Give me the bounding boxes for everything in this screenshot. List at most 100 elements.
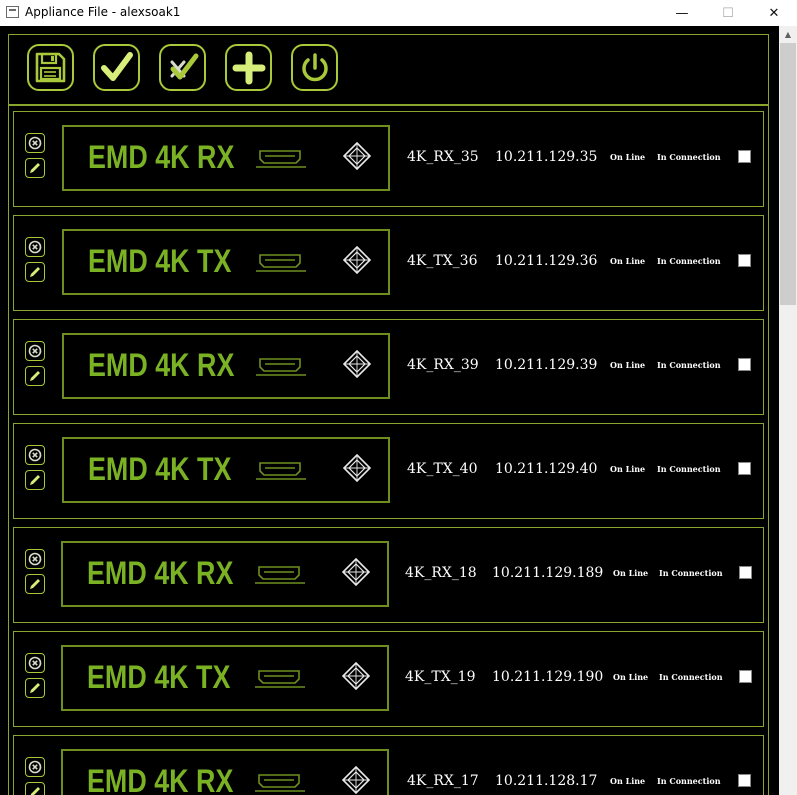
device-ip: 10.211.129.40: [495, 461, 598, 477]
device-name: 4K_RX_17: [407, 773, 479, 789]
device-model: EMD 4K RX: [88, 139, 235, 175]
pencil-icon: [30, 475, 40, 485]
close-circle-icon: [28, 656, 42, 670]
device-checkbox[interactable]: [739, 566, 752, 579]
status-label: On Line: [613, 568, 649, 578]
device-model-panel: EMD 4K TX: [62, 229, 390, 295]
appliance-window-content: EMD 4K RX 4K_RX_35 10.211.129.35 On Line…: [0, 26, 797, 795]
delete-device-button[interactable]: [25, 133, 45, 153]
device-ip: 10.211.129.189: [492, 565, 604, 581]
close-circle-icon: [28, 448, 42, 462]
device-name: 4K_RX_18: [405, 565, 477, 581]
device-ip: 10.211.129.190: [492, 669, 604, 685]
apply-button[interactable]: [93, 44, 140, 91]
scroll-up-arrow[interactable]: ▲: [779, 26, 797, 43]
device-list: EMD 4K RX 4K_RX_35 10.211.129.35 On Line…: [9, 111, 768, 795]
device-ip: 10.211.129.39: [495, 357, 598, 373]
device-model: EMD 4K RX: [87, 555, 234, 591]
pencil-icon: [30, 579, 40, 589]
vertical-scrollbar[interactable]: ▲: [779, 26, 797, 795]
device-checkbox[interactable]: [738, 774, 751, 787]
connection-label: In Connection: [657, 256, 721, 266]
hdmi-port-icon: [256, 254, 306, 272]
device-model-panel: EMD 4K RX: [62, 125, 390, 191]
device-row[interactable]: EMD 4K RX 4K_RX_18 10.211.129.189 On Lin…: [13, 527, 764, 623]
title-bar: Appliance File - alexsoak1 — ☐ ✕: [0, 0, 797, 26]
connection-label: In Connection: [659, 568, 723, 578]
status-label: On Line: [610, 776, 646, 786]
connection-label: In Connection: [659, 672, 723, 682]
black-box-logo-icon: [342, 141, 372, 171]
device-row[interactable]: EMD 4K TX 4K_TX_36 10.211.129.36 On Line…: [13, 215, 764, 311]
window-title: Appliance File - alexsoak1: [25, 5, 181, 19]
floppy-disk-icon: [35, 52, 66, 83]
black-box-logo-icon: [342, 349, 372, 379]
device-checkbox[interactable]: [738, 150, 751, 163]
status-label: On Line: [613, 672, 649, 682]
pencil-icon: [30, 163, 40, 173]
connection-label: In Connection: [657, 776, 721, 786]
status-label: On Line: [610, 464, 646, 474]
hdmi-port-icon: [256, 358, 306, 376]
delete-device-button[interactable]: [25, 237, 45, 257]
device-checkbox[interactable]: [739, 670, 752, 683]
delete-device-button[interactable]: [25, 757, 45, 777]
device-model-panel: EMD 4K TX: [62, 437, 390, 503]
device-model-panel: EMD 4K TX: [61, 645, 389, 711]
device-checkbox[interactable]: [738, 254, 751, 267]
edit-device-button[interactable]: [25, 574, 45, 594]
pencil-icon: [30, 371, 40, 381]
device-checkbox[interactable]: [738, 358, 751, 371]
close-circle-icon: [28, 344, 42, 358]
device-row[interactable]: EMD 4K TX 4K_TX_40 10.211.129.40 On Line…: [13, 423, 764, 519]
toolbar: [9, 35, 768, 106]
check-icon: [100, 51, 133, 81]
close-button[interactable]: ✕: [751, 0, 797, 26]
hdmi-port-icon: [255, 670, 305, 688]
edit-device-button[interactable]: [25, 470, 45, 490]
save-button[interactable]: [27, 44, 74, 91]
device-name: 4K_TX_19: [405, 669, 476, 685]
device-row[interactable]: EMD 4K RX 4K_RX_35 10.211.129.35 On Line…: [13, 111, 764, 207]
black-box-logo-icon: [342, 245, 372, 275]
scrollbar-thumb[interactable]: [780, 43, 796, 305]
edit-device-button[interactable]: [25, 678, 45, 698]
hdmi-port-icon: [256, 150, 306, 168]
close-circle-icon: [28, 136, 42, 150]
delete-device-button[interactable]: [25, 341, 45, 361]
pencil-icon: [30, 267, 40, 277]
connection-label: In Connection: [657, 464, 721, 474]
edit-device-button[interactable]: [25, 158, 45, 178]
device-checkbox[interactable]: [738, 462, 751, 475]
device-row[interactable]: EMD 4K TX 4K_TX_19 10.211.129.190 On Lin…: [13, 631, 764, 727]
hdmi-port-icon: [256, 462, 306, 480]
maximize-button[interactable]: ☐: [705, 0, 751, 26]
add-button[interactable]: [225, 44, 272, 91]
device-model: EMD 4K RX: [88, 347, 235, 383]
status-label: On Line: [610, 256, 646, 266]
device-model-panel: EMD 4K RX: [62, 333, 390, 399]
device-name: 4K_TX_36: [407, 253, 478, 269]
hdmi-port-icon: [255, 566, 305, 584]
close-circle-icon: [28, 552, 42, 566]
check-x-icon: [170, 53, 198, 79]
black-box-logo-icon: [341, 765, 371, 795]
power-button[interactable]: [291, 44, 338, 91]
plus-icon: [232, 51, 265, 84]
edit-device-button[interactable]: [25, 782, 45, 795]
device-model: EMD 4K TX: [87, 659, 231, 695]
minimize-button[interactable]: —: [659, 0, 705, 26]
pencil-icon: [30, 683, 40, 693]
close-circle-icon: [28, 760, 42, 774]
device-model: EMD 4K RX: [87, 763, 234, 795]
delete-device-button[interactable]: [25, 549, 45, 569]
delete-device-button[interactable]: [25, 653, 45, 673]
edit-device-button[interactable]: [25, 366, 45, 386]
device-row[interactable]: EMD 4K RX 4K_RX_17 10.211.128.17 On Line…: [13, 735, 764, 795]
device-ip: 10.211.128.17: [495, 773, 598, 789]
edit-device-button[interactable]: [25, 262, 45, 282]
apply-all-button[interactable]: [159, 44, 206, 91]
device-row[interactable]: EMD 4K RX 4K_RX_39 10.211.129.39 On Line…: [13, 319, 764, 415]
delete-device-button[interactable]: [25, 445, 45, 465]
close-circle-icon: [28, 240, 42, 254]
